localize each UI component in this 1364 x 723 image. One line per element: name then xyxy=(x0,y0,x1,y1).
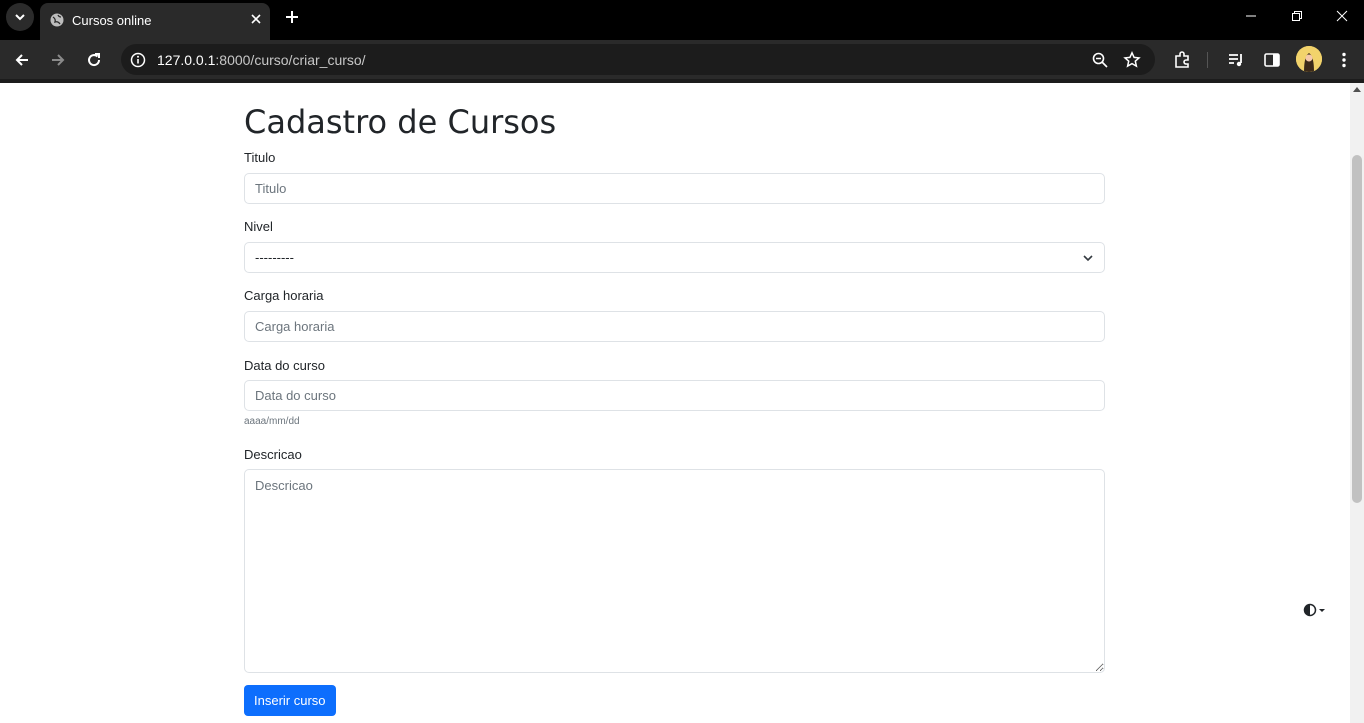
back-icon[interactable] xyxy=(12,50,32,70)
url-text[interactable]: 127.0.0.1:8000/curso/criar_curso/ xyxy=(157,52,366,68)
minimize-button[interactable] xyxy=(1228,0,1274,32)
nivel-selected-value: --------- xyxy=(255,250,294,265)
zoom-icon[interactable] xyxy=(1091,51,1109,69)
toolbar-divider xyxy=(1207,52,1208,68)
avatar[interactable] xyxy=(1296,46,1322,72)
scroll-up-arrow[interactable] xyxy=(1353,87,1361,92)
page-viewport: Cadastro de Cursos Titulo Nivel --------… xyxy=(0,83,1350,723)
close-icon[interactable] xyxy=(248,11,264,27)
tab-title: Cursos online xyxy=(72,13,152,28)
data-curso-label: Data do curso xyxy=(244,358,325,373)
media-icon[interactable] xyxy=(1226,50,1246,70)
browser-toolbar: 127.0.0.1:8000/curso/criar_curso/ xyxy=(0,40,1364,79)
descricao-label: Descricao xyxy=(244,447,302,462)
data-curso-helptext: aaaa/mm/dd xyxy=(244,416,300,427)
titulo-label: Titulo xyxy=(244,150,276,165)
url-host: 127.0.0.1 xyxy=(157,52,216,68)
side-panel-icon[interactable] xyxy=(1262,50,1282,70)
extensions-icon[interactable] xyxy=(1172,50,1192,70)
reload-icon[interactable] xyxy=(84,50,104,70)
descricao-textarea[interactable] xyxy=(244,469,1105,673)
tab-search-button[interactable] xyxy=(6,3,34,31)
close-window-button[interactable] xyxy=(1319,0,1364,32)
page-scrollbar[interactable] xyxy=(1350,83,1364,723)
minimize-icon xyxy=(1246,15,1256,17)
scroll-thumb[interactable] xyxy=(1352,155,1362,503)
restore-icon xyxy=(1292,11,1302,21)
info-icon[interactable] xyxy=(130,52,146,68)
carga-horaria-input[interactable] xyxy=(244,311,1105,342)
menu-icon[interactable] xyxy=(1334,50,1354,70)
profile-picture xyxy=(1296,46,1322,72)
inserir-curso-button[interactable]: Inserir curso xyxy=(244,685,336,716)
page-title: Cadastro de Cursos xyxy=(244,103,557,141)
chevron-down-icon xyxy=(1083,255,1093,262)
theme-toggle-icon[interactable] xyxy=(1302,602,1328,618)
titulo-input[interactable] xyxy=(244,173,1105,204)
data-curso-input[interactable] xyxy=(244,380,1105,411)
restore-button[interactable] xyxy=(1274,0,1320,32)
nivel-label: Nivel xyxy=(244,219,273,234)
close-icon xyxy=(1336,10,1348,22)
nivel-select[interactable]: --------- xyxy=(244,242,1105,273)
browser-tab[interactable]: Cursos online xyxy=(40,3,270,40)
chevron-down-icon xyxy=(15,14,25,21)
star-icon[interactable] xyxy=(1123,51,1141,69)
globe-icon xyxy=(50,13,64,27)
plus-icon[interactable] xyxy=(281,6,303,28)
carga-horaria-label: Carga horaria xyxy=(244,288,324,303)
url-path: :8000/curso/criar_curso/ xyxy=(215,52,366,68)
forward-icon[interactable] xyxy=(48,50,68,70)
address-bar[interactable]: 127.0.0.1:8000/curso/criar_curso/ xyxy=(121,44,1155,75)
tab-strip: Cursos online xyxy=(0,0,1364,40)
